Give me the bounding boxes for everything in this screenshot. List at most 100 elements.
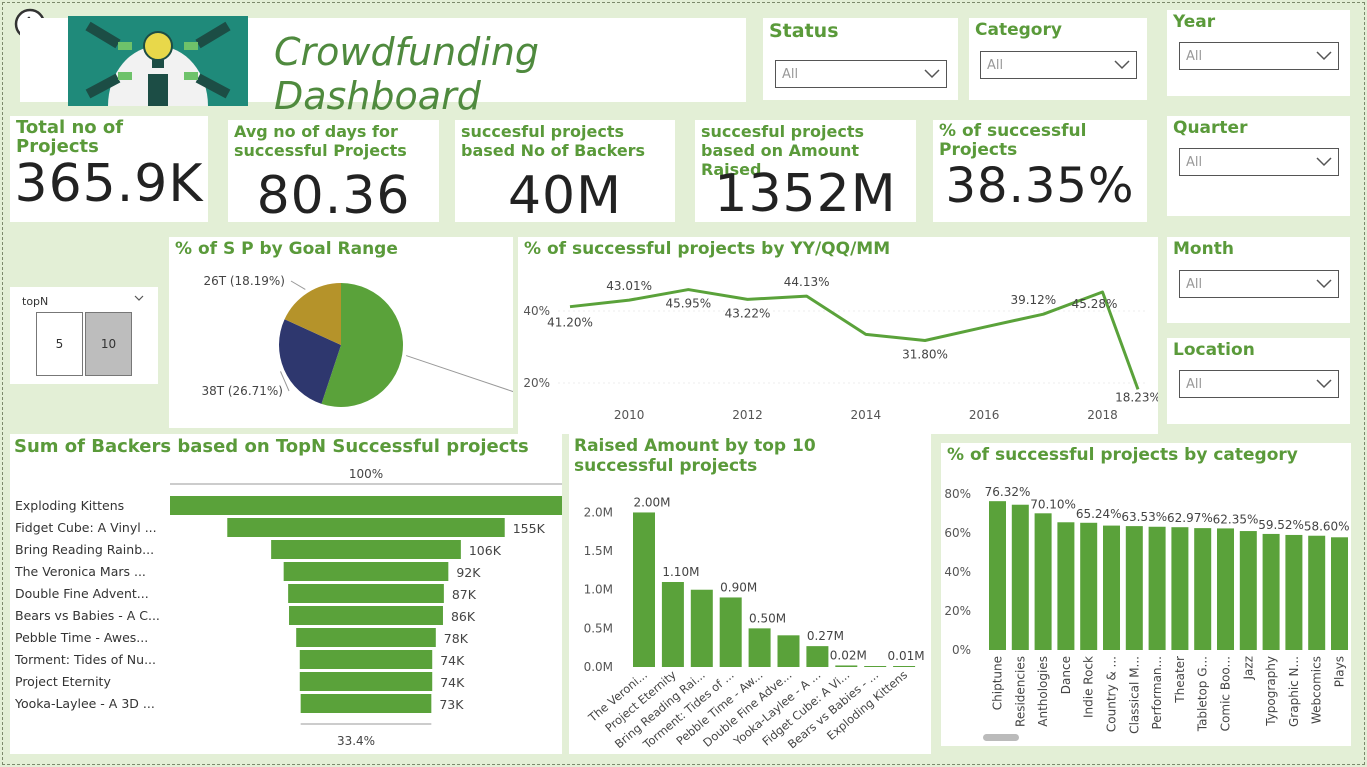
- data-label: 70.10%: [1030, 497, 1076, 511]
- y-tick-label: 1.5M: [584, 544, 613, 558]
- month-dropdown[interactable]: All: [1179, 270, 1339, 298]
- category-dropdown[interactable]: All: [980, 51, 1137, 79]
- topn-slicer: topN 5 10: [10, 287, 158, 384]
- category-label: Anthologies: [1036, 656, 1050, 727]
- kpi-backers: succesful projects based No of Backers 4…: [455, 120, 675, 222]
- bar: [690, 589, 713, 667]
- year-dropdown[interactable]: All: [1179, 42, 1339, 70]
- bar: [1080, 522, 1098, 650]
- page-title: Crowdfunding Dashboard: [274, 30, 540, 118]
- category-label: Pebble Time - Awes...: [15, 630, 148, 645]
- topn-option-5[interactable]: 5: [36, 312, 83, 376]
- x-tick-label: 2010: [614, 408, 645, 422]
- chevron-down-icon: [1316, 51, 1332, 61]
- data-label: 0.50M: [749, 611, 786, 625]
- category-chart-card: % of successful projects by category 0% 2…: [941, 443, 1351, 746]
- x-tick-label: 2014: [851, 408, 882, 422]
- chevron-down-icon: [924, 69, 940, 79]
- bar: [1308, 535, 1326, 650]
- category-label: Indie Rock: [1082, 656, 1096, 718]
- bar: [719, 597, 742, 667]
- quarter-value: All: [1186, 155, 1203, 170]
- x-tick-label: 2012: [732, 408, 763, 422]
- bar: [1331, 537, 1348, 650]
- line-chart: 20% 40% 2010 2012 2014 2016 2018 41.20% 43.01% 45…: [523, 275, 1158, 422]
- bar: [1239, 531, 1257, 650]
- y-tick-label: 0%: [952, 643, 971, 657]
- chevron-down-icon[interactable]: [134, 295, 144, 302]
- kpi-avg-days: Avg no of days for successful Projects 8…: [228, 120, 439, 222]
- y-tick-label: 2.0M: [584, 505, 613, 519]
- category-label: The Veronica Mars ...: [14, 564, 146, 579]
- category-label: Torment: Tides of Nu...: [14, 652, 156, 667]
- location-slicer: Location All: [1167, 338, 1350, 424]
- category-label: Dance: [1059, 656, 1073, 694]
- funnel-top-label: 100%: [349, 467, 383, 481]
- kpi-title: Total no of Projects: [16, 117, 124, 157]
- bar: [835, 665, 858, 667]
- data-label: 2.00M: [633, 495, 670, 509]
- status-value: All: [782, 67, 799, 82]
- x-tick-label: 2018: [1087, 408, 1118, 422]
- y-tick-label: 40%: [944, 565, 971, 579]
- topn-option-label: 10: [100, 337, 117, 351]
- kpi-title: succesful projects based No of Backers: [461, 122, 646, 160]
- data-label: 39.12%: [1010, 293, 1056, 307]
- raised-chart-card: Raised Amount by top 10 successful proje…: [569, 434, 931, 754]
- data-label: 92K: [456, 565, 481, 580]
- bar: [1171, 527, 1189, 650]
- bar: [661, 582, 684, 667]
- status-label: Status: [769, 20, 839, 42]
- category-label: Fidget Cube: A Vinyl ...: [15, 520, 157, 535]
- horizontal-scrollbar[interactable]: [983, 734, 1019, 741]
- funnel-chart: 100% Exploding Kittens Fidget Cube: A Viny…: [14, 467, 562, 748]
- kpi-title: % of successful Projects: [939, 121, 1087, 160]
- bar: [1057, 522, 1075, 650]
- funnel-chart-card: Sum of Backers based on TopN Successful …: [10, 434, 562, 754]
- category-label: Graphic N...: [1287, 656, 1301, 727]
- data-label: 31.80%: [902, 348, 948, 362]
- category-label: Chiptune: [991, 656, 1005, 710]
- topn-option-label: 5: [55, 337, 64, 351]
- chevron-down-icon: [1316, 279, 1332, 289]
- topn-option-10[interactable]: 10: [85, 312, 132, 376]
- kpi-amount-raised: succesful projects based on Amount Raise…: [695, 120, 916, 222]
- location-dropdown[interactable]: All: [1179, 370, 1339, 398]
- year-value: All: [1186, 49, 1203, 64]
- data-label: 45.95%: [665, 297, 711, 311]
- chevron-down-icon: [1316, 157, 1332, 167]
- bar: [633, 512, 655, 667]
- category-bar-chart: 0% 20% 40% 60% 80% 76.32% Chiptune Residencies 7…: [944, 485, 1349, 734]
- kpi-title: Avg no of days for successful Projects: [234, 122, 407, 160]
- category-label: Bring Reading Rainb...: [15, 542, 154, 557]
- funnel-bottom-label: 33.4%: [337, 734, 375, 748]
- funnel-bar: [271, 540, 461, 559]
- category-value: All: [987, 58, 1004, 73]
- quarter-dropdown[interactable]: All: [1179, 148, 1339, 176]
- data-label: 74K: [440, 653, 465, 668]
- data-label: 0.27M: [807, 629, 844, 643]
- data-label: 63.53%: [1121, 510, 1167, 524]
- bar: [1262, 533, 1280, 650]
- bar: [777, 635, 800, 667]
- y-tick-label: 20%: [523, 376, 550, 390]
- quarter-slicer: Quarter All: [1167, 116, 1350, 216]
- funnel-bar: [283, 562, 449, 581]
- funnel-bar: [227, 518, 505, 537]
- bar: [1194, 528, 1212, 650]
- kpi-value: 80.36: [256, 166, 411, 222]
- y-tick-label: 40%: [523, 304, 550, 318]
- category-label: Performan...: [1150, 656, 1164, 730]
- kpi-success-percent: % of successful Projects 38.35%: [933, 120, 1147, 222]
- raised-bar-chart: 0.0M0.5M1.0M1.5M2.0M2.00MThe Veroni...1.…: [584, 495, 925, 752]
- category-label: Double Fine Advent...: [15, 586, 149, 601]
- bar: [748, 628, 771, 667]
- data-label: 41.20%: [547, 316, 593, 330]
- category-label: Country & ...: [1105, 656, 1119, 732]
- data-label: 74K: [440, 675, 465, 690]
- line-chart-card: % of successful projects by YY/QQ/MM 20%…: [518, 237, 1158, 434]
- data-label: 62.97%: [1167, 511, 1213, 525]
- data-label: 87K: [452, 587, 477, 602]
- kpi-total-projects: Total no of Projects 365.9K: [10, 116, 208, 222]
- status-dropdown[interactable]: All: [775, 60, 947, 88]
